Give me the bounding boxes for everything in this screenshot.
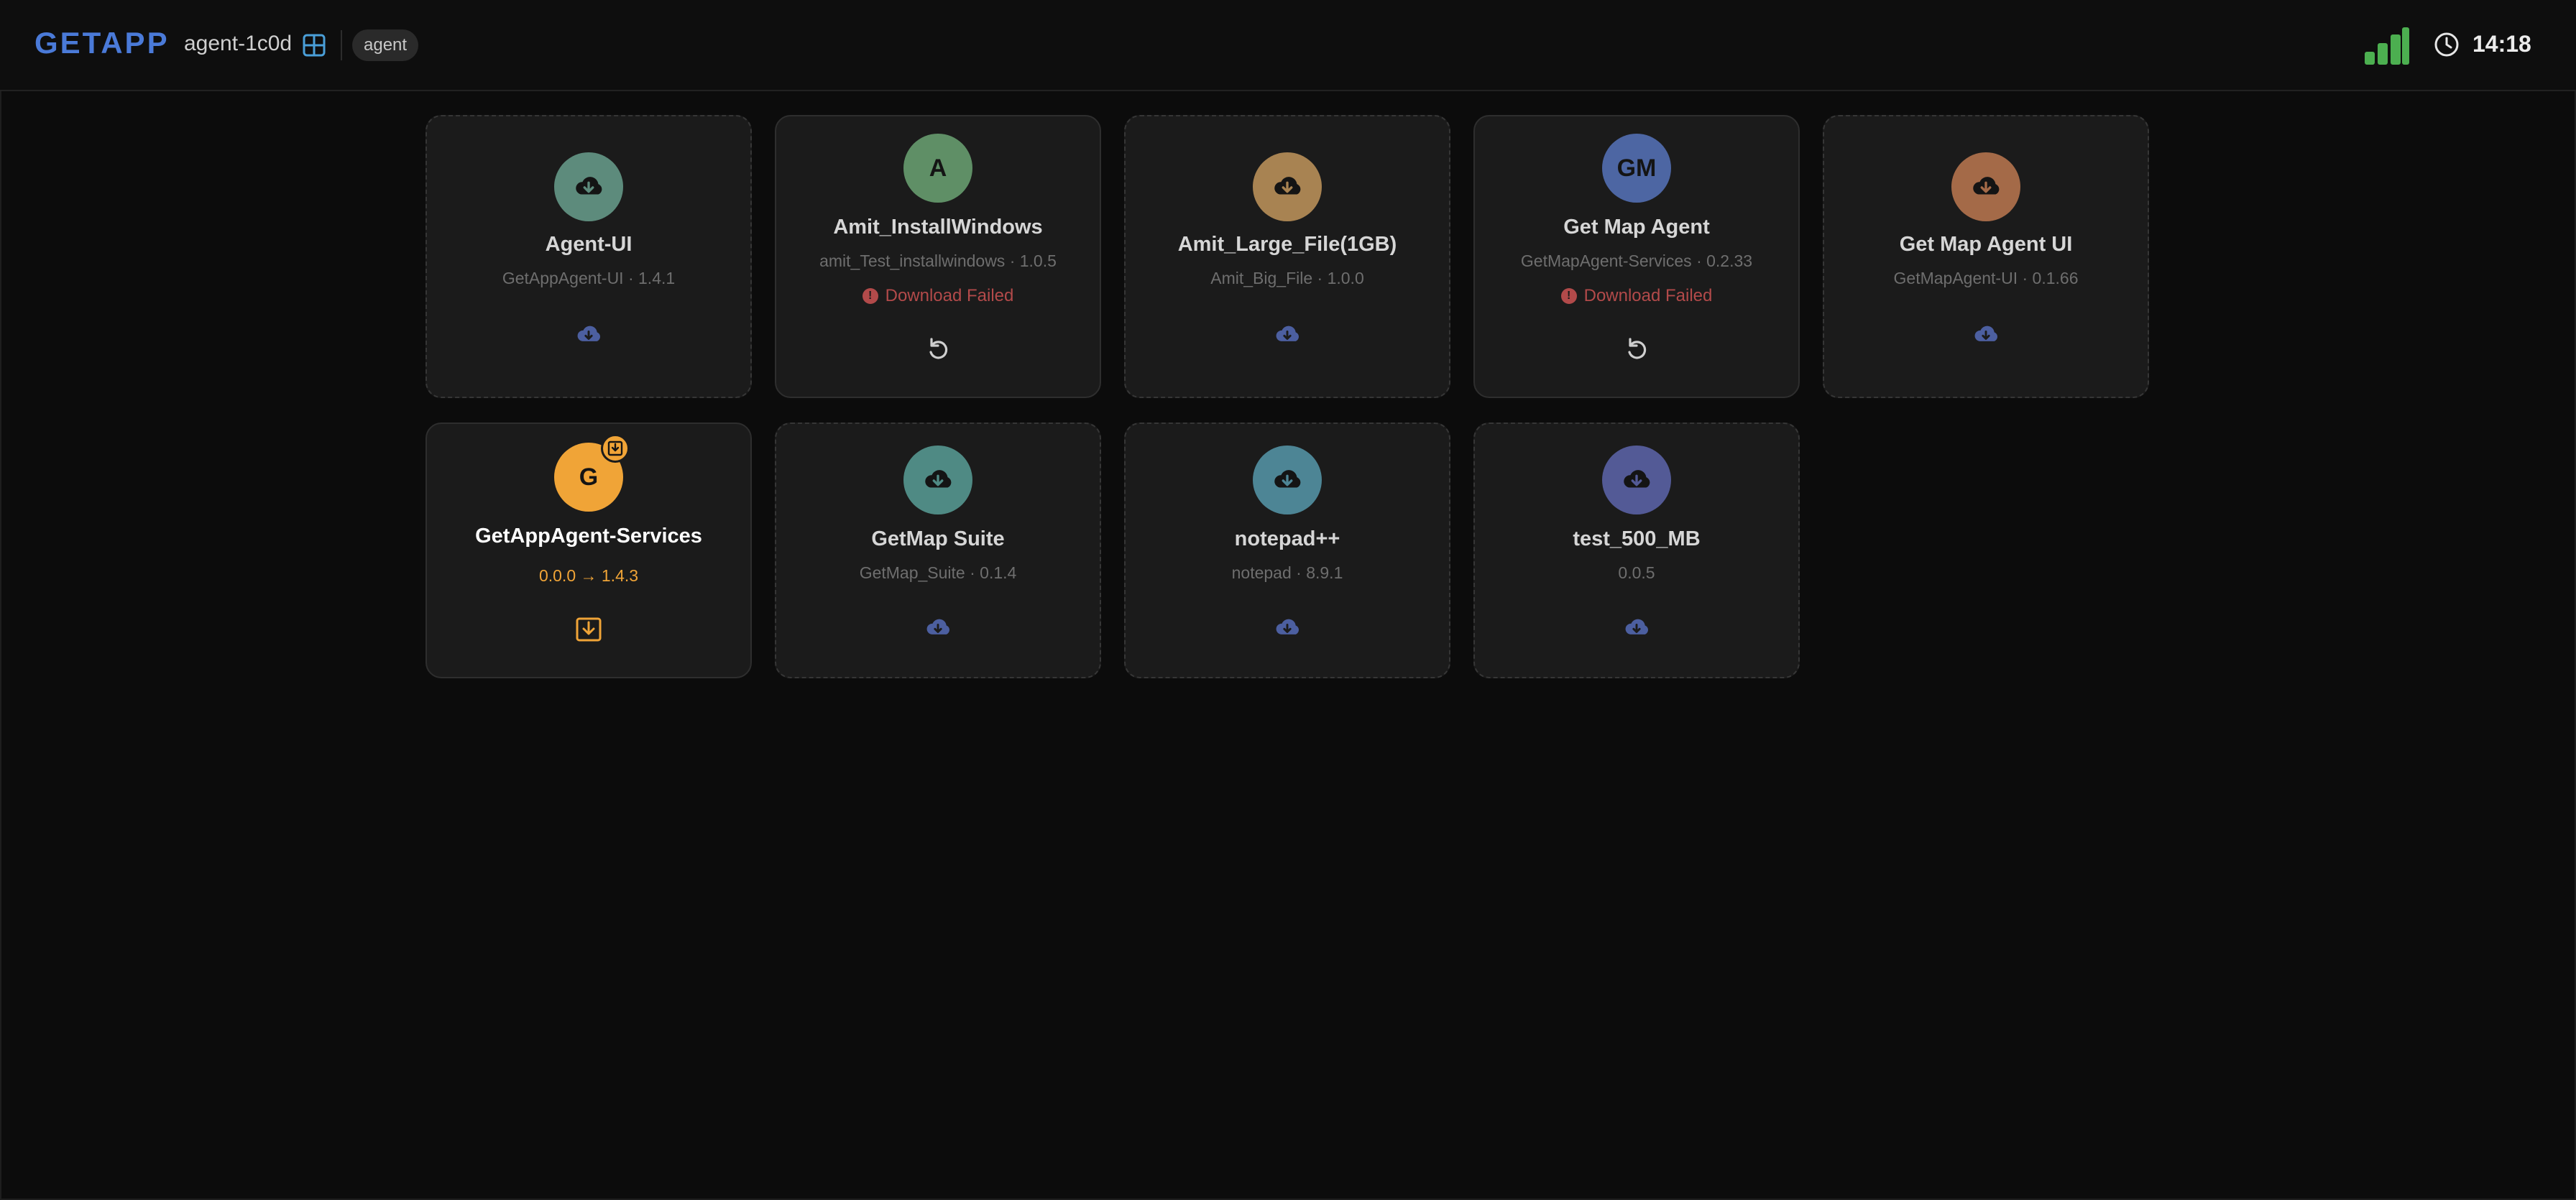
app-card-notepad-plus-plus[interactable]: notepad++ notepad · 8.9.1 [1124, 423, 1450, 678]
install-update-button[interactable] [573, 614, 604, 645]
app-title: test_500_MB [1573, 527, 1701, 550]
brand-logo[interactable]: GETAPP [34, 26, 170, 60]
app-avatar [1951, 152, 2020, 221]
app-avatar [903, 446, 972, 514]
download-button[interactable] [573, 318, 604, 349]
retry-icon [1628, 338, 1647, 359]
app-card-amit-large-file[interactable]: Amit_Large_File(1GB) Amit_Big_File · 1.0… [1124, 115, 1450, 398]
agent-name: agent-1c0d [184, 32, 293, 55]
download-button[interactable] [1271, 318, 1303, 349]
app-card-get-map-agent-ui[interactable]: Get Map Agent UI GetMapAgent-UI · 0.1.66 [1823, 115, 2149, 398]
cloud-download-icon [1274, 470, 1301, 488]
error-icon: ! [1560, 288, 1577, 304]
cloud-download-icon [1973, 177, 2000, 195]
app-card-getappagent-services[interactable]: G GetAppAgent-Services 0.0.0 → 1.4.3 [426, 423, 752, 678]
status-download-failed: ! Download Failed [776, 286, 1100, 306]
cloud-download-icon [1974, 326, 1998, 341]
app-title: Get Map Agent UI [1899, 233, 2073, 256]
app-title: Agent-UI [545, 233, 632, 256]
cloud-download-icon [925, 470, 952, 488]
app-avatar [1253, 152, 1322, 221]
app-subtitle: GetAppAgent-UI · 1.4.1 [502, 269, 676, 287]
app-subtitle: Amit_Big_File · 1.0.0 [1210, 269, 1364, 287]
install-update-icon [576, 617, 602, 642]
role-chip: agent [352, 29, 419, 61]
download-button[interactable] [1271, 611, 1303, 642]
download-button[interactable] [1621, 611, 1652, 642]
app-subtitle: GetMap_Suite · 0.1.4 [859, 563, 1017, 582]
app-avatar [554, 152, 623, 221]
app-title: notepad++ [1234, 527, 1340, 550]
app-title: Get Map Agent [1563, 216, 1710, 239]
cloud-download-icon [576, 177, 602, 195]
clock-icon [2434, 32, 2459, 57]
app-title: Amit_InstallWindows [833, 216, 1043, 239]
download-button[interactable] [1970, 318, 2002, 349]
cloud-download-icon [1624, 470, 1650, 488]
signal-strength-icon [2365, 27, 2409, 65]
app-avatar [1253, 446, 1322, 514]
app-avatar: GM [1602, 134, 1671, 203]
install-update-icon [607, 440, 623, 456]
header-divider [341, 30, 342, 60]
retry-button[interactable] [922, 333, 954, 365]
app-card-agent-ui[interactable]: Agent-UI GetAppAgent-UI · 1.4.1 [426, 115, 752, 398]
status-download-failed: ! Download Failed [1475, 286, 1798, 306]
windows-icon [303, 34, 326, 57]
app-subtitle: amit_Test_installwindows · 1.0.5 [819, 251, 1057, 270]
cloud-download-icon [1276, 326, 1300, 341]
app-avatar [1602, 446, 1671, 514]
app-subtitle: GetMapAgent-UI · 0.1.66 [1893, 269, 2079, 287]
app-subtitle: notepad · 8.9.1 [1231, 563, 1343, 582]
version-upgrade: 0.0.0 → 1.4.3 [538, 566, 639, 585]
download-button[interactable] [922, 611, 954, 642]
app-card-getmap-suite[interactable]: GetMap Suite GetMap_Suite · 0.1.4 [775, 423, 1101, 678]
app-title: Amit_Large_File(1GB) [1177, 233, 1397, 256]
app-title: GetAppAgent-Services [475, 525, 702, 548]
retry-button[interactable] [1621, 333, 1652, 365]
cloud-download-icon [1276, 619, 1300, 634]
cloud-download-icon [1625, 619, 1649, 634]
retry-icon [929, 338, 948, 359]
cloud-download-icon [1274, 177, 1301, 195]
app-subtitle: GetMapAgent-Services · 0.2.33 [1520, 251, 1753, 270]
app-title: GetMap Suite [871, 527, 1005, 550]
update-badge [601, 434, 630, 463]
cloud-download-icon [926, 619, 950, 634]
top-bar: GETAPP agent-1c0d agent 14:18 [0, 0, 2576, 91]
status-text: Download Failed [885, 286, 1014, 305]
app-avatar: A [903, 134, 972, 203]
app-subtitle: 0.0.5 [1618, 563, 1655, 582]
app-card-test-500-mb[interactable]: test_500_MB 0.0.5 [1473, 423, 1800, 678]
cloud-download-icon [577, 326, 601, 341]
clock-time: 14:18 [2472, 31, 2531, 57]
status-text: Download Failed [1583, 286, 1713, 305]
error-icon: ! [862, 288, 878, 304]
app-card-amit-installwindows[interactable]: A Amit_InstallWindows amit_Test_installw… [775, 115, 1101, 398]
app-card-get-map-agent[interactable]: GM Get Map Agent GetMapAgent-Services · … [1473, 115, 1800, 398]
